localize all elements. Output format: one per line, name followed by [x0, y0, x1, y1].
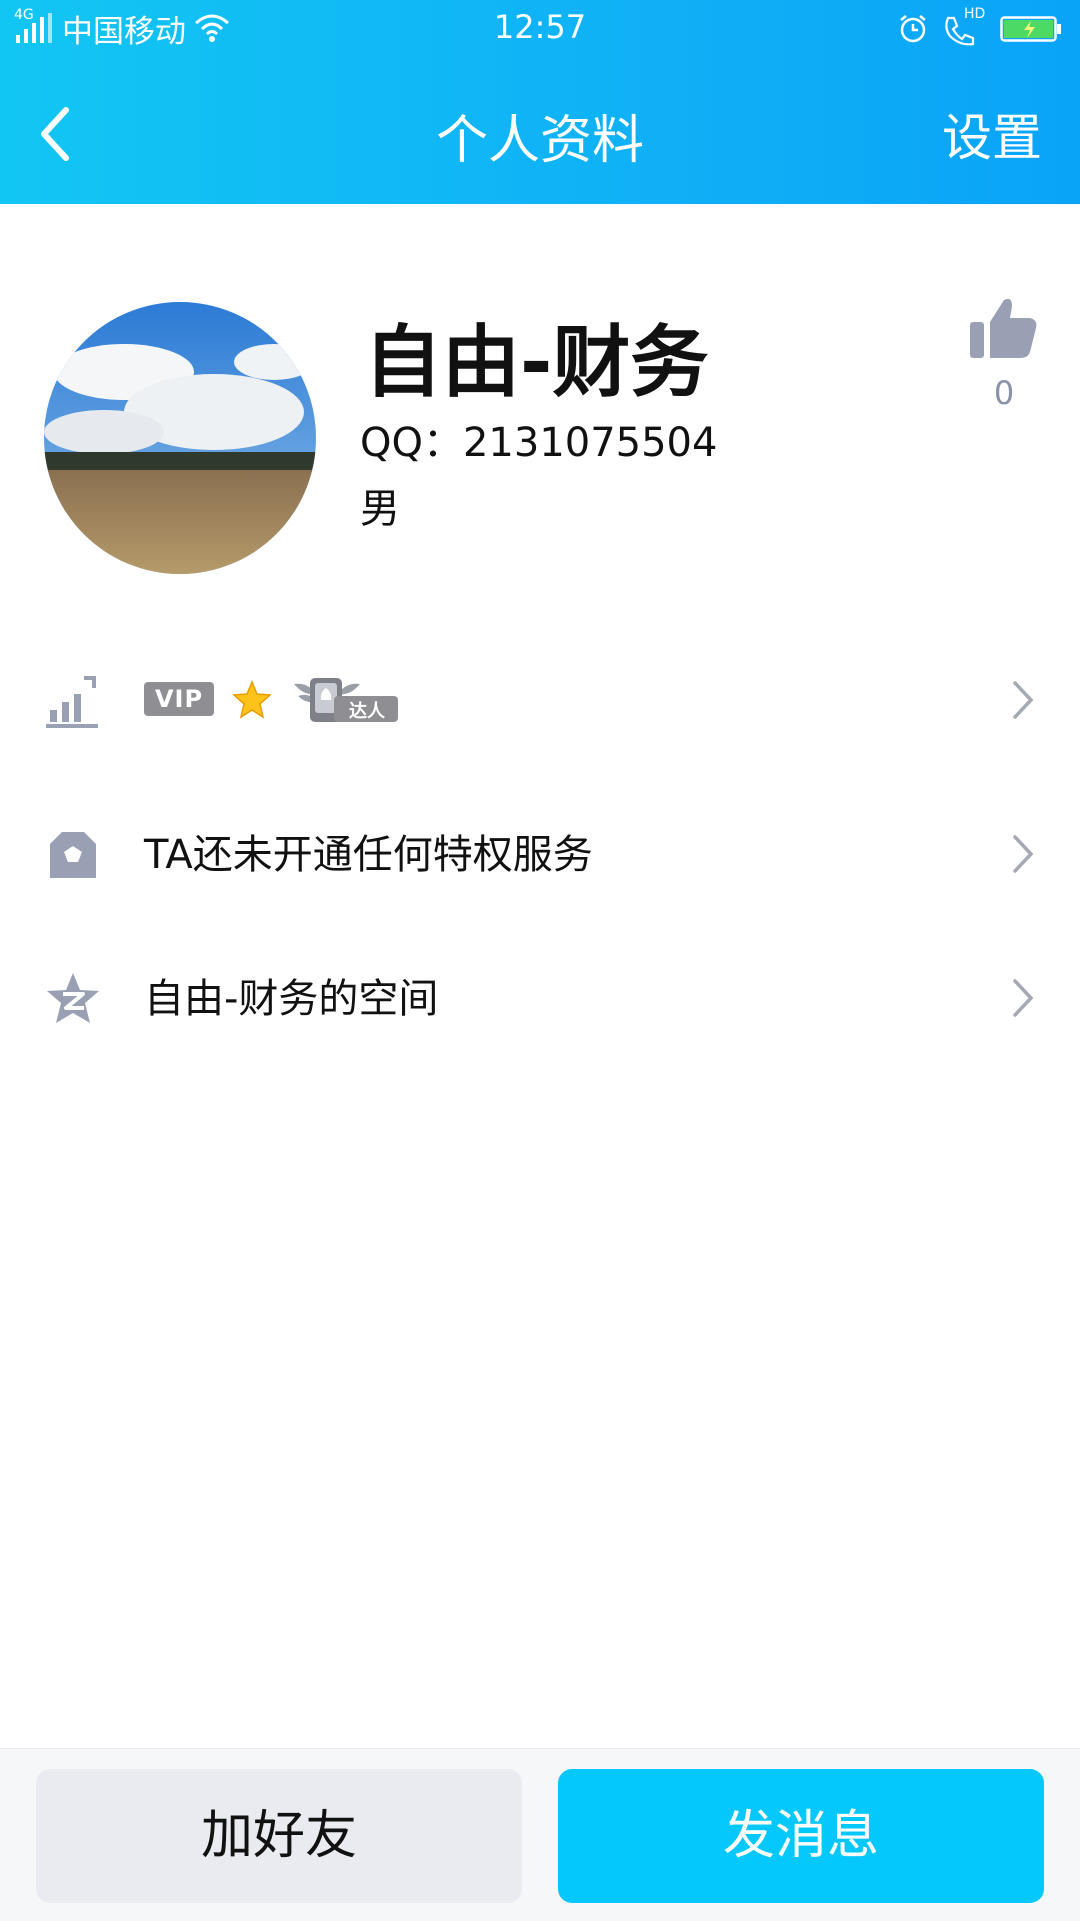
status-bar: 4G 中国移动 12:57 HD: [0, 0, 1080, 58]
hd-call-icon: HD: [942, 6, 986, 46]
star-icon[interactable]: [232, 679, 272, 719]
privilege-label: TA还未开通任何特权服务: [144, 832, 593, 878]
qzone-label: 自由-财务的空间: [144, 976, 439, 1022]
qq-number: QQ：2131075504: [360, 420, 718, 466]
bottom-action-bar: 加好友 发消息: [0, 1748, 1080, 1921]
send-message-button[interactable]: 发消息: [558, 1769, 1044, 1903]
qzone-row[interactable]: 自由-财务的空间: [0, 936, 1080, 1056]
battery-charging-icon: [1000, 16, 1061, 42]
crown-icon: [50, 832, 96, 878]
level-chart-icon: [46, 676, 98, 728]
vip-badge[interactable]: VIP: [144, 682, 214, 716]
thumbs-up-icon: [970, 298, 1037, 358]
alarm-icon: [900, 15, 926, 43]
like-count: 0: [993, 374, 1015, 412]
profile-name: 自由-财务: [364, 318, 709, 408]
page-title: 个人资料: [435, 111, 644, 171]
profile-card: 自由-财务 QQ：2131075504 男 0: [0, 204, 1080, 624]
hd-label: HD: [964, 6, 986, 22]
gender: 男: [360, 486, 400, 532]
level-row[interactable]: VIP 达人: [0, 638, 1080, 758]
expert-badge[interactable]: 达人: [290, 674, 400, 724]
settings-button[interactable]: 设置: [942, 98, 1042, 170]
like-button[interactable]: 0: [968, 294, 1040, 414]
add-friend-button[interactable]: 加好友: [36, 1769, 522, 1903]
qzone-star-icon: [47, 973, 99, 1023]
expert-badge-label: 达人: [349, 701, 385, 722]
navigation-bar: 个人资料 设置: [0, 58, 1080, 204]
avatar[interactable]: [44, 302, 316, 574]
status-right: HD: [898, 6, 1062, 48]
badge-list: VIP 达人: [144, 664, 400, 734]
chevron-right-icon: [1013, 979, 1034, 1017]
chevron-right-icon: [1013, 681, 1034, 719]
chevron-right-icon: [1013, 835, 1034, 873]
header: 4G 中国移动 12:57 HD 个人资料 设置: [0, 0, 1080, 204]
privilege-row[interactable]: TA还未开通任何特权服务: [0, 792, 1080, 912]
